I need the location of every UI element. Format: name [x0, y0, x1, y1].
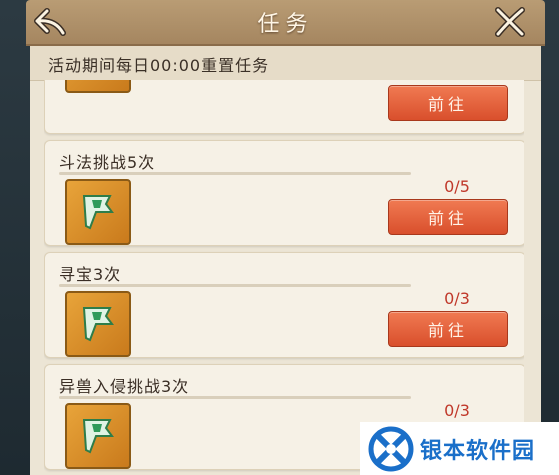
- task-card: 斗法挑战5次 0/5 前往: [44, 140, 524, 246]
- flag-item-icon[interactable]: [65, 179, 131, 245]
- task-card: 寻宝3次 0/3 前往: [44, 252, 524, 358]
- flag-icon: [82, 195, 114, 230]
- close-button[interactable]: [490, 4, 530, 40]
- watermark: 银本软件园: [360, 422, 559, 475]
- flag-icon: [82, 419, 114, 454]
- page-title: 任务: [257, 12, 314, 37]
- progress-bar: [59, 284, 411, 287]
- reset-notice-text: 活动期间每日00:00重置任务: [48, 56, 270, 75]
- flag-item-icon[interactable]: [65, 291, 131, 357]
- go-button[interactable]: 前往: [388, 199, 508, 235]
- watermark-text: 银本软件园: [420, 438, 536, 464]
- task-card: 前往: [44, 80, 524, 134]
- title-bar: 任务: [26, 0, 545, 46]
- task-counter: 0/3: [444, 289, 470, 308]
- flag-item-icon[interactable]: [65, 403, 131, 469]
- task-title: 斗法挑战5次: [59, 153, 156, 172]
- back-arrow-icon: [34, 8, 66, 36]
- flag-item-icon[interactable]: [65, 80, 131, 93]
- logo-icon: [368, 426, 414, 471]
- go-button[interactable]: 前往: [388, 85, 508, 121]
- task-list[interactable]: 前往 斗法挑战5次 0/5 前往 寻宝3次 0/3 前往 异兽入侵挑战3次 0/…: [44, 80, 524, 475]
- flag-icon: [82, 307, 114, 342]
- progress-bar: [59, 172, 411, 175]
- close-icon: [495, 7, 525, 37]
- flag-icon: [76, 80, 120, 82]
- task-counter: 0/5: [444, 177, 470, 196]
- reset-notice: 活动期间每日00:00重置任务: [30, 46, 541, 81]
- task-title: 寻宝3次: [59, 265, 122, 284]
- task-title: 异兽入侵挑战3次: [59, 377, 190, 396]
- progress-bar: [59, 396, 411, 399]
- go-button[interactable]: 前往: [388, 311, 508, 347]
- back-button[interactable]: [30, 4, 70, 40]
- task-counter: 0/3: [444, 401, 470, 420]
